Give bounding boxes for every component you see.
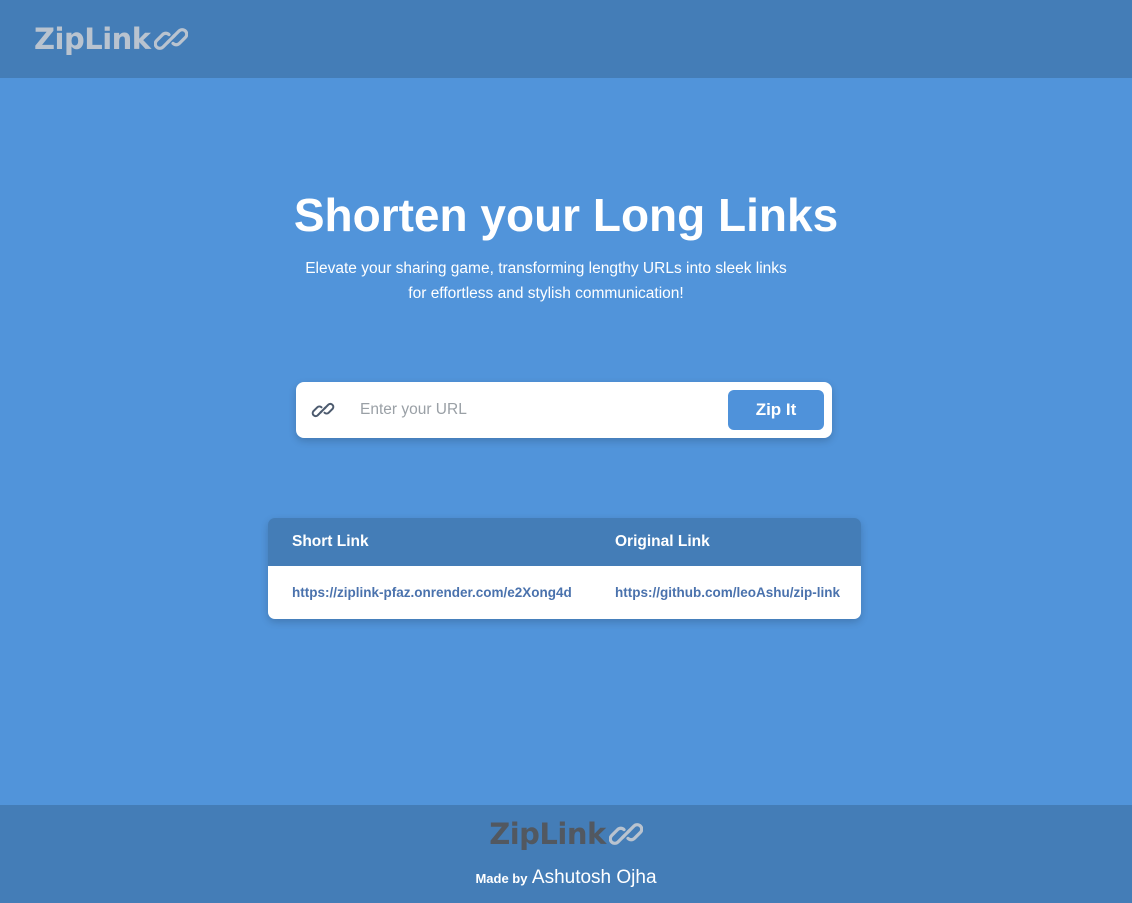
zip-it-button[interactable]: Zip It bbox=[728, 390, 824, 430]
chain-link-icon bbox=[608, 817, 643, 851]
table-header-row: Short Link Original Link bbox=[268, 518, 861, 566]
column-header-original-link: Original Link bbox=[615, 533, 710, 550]
column-header-short-link: Short Link bbox=[292, 533, 369, 550]
author-name: Ashutosh Ojha bbox=[531, 867, 657, 888]
made-by-label: Made by bbox=[475, 871, 528, 886]
short-link[interactable]: https://ziplink-pfaz.onrender.com/e2Xong… bbox=[292, 585, 572, 600]
table-row: https://ziplink-pfaz.onrender.com/e2Xong… bbox=[268, 566, 861, 619]
author-credit: Made by Ashutosh Ojha bbox=[0, 867, 1132, 889]
header-logo-text: ZipLink bbox=[34, 22, 151, 56]
links-table: Short Link Original Link https://ziplink… bbox=[268, 518, 861, 619]
page-subtitle: Elevate your sharing game, transforming … bbox=[305, 260, 787, 302]
url-input[interactable] bbox=[360, 396, 710, 424]
url-form: Zip It bbox=[296, 382, 832, 438]
link-icon bbox=[311, 398, 335, 422]
top-nav-bar: ZipLink bbox=[0, 0, 1132, 78]
footer-logo-text: ZipLink bbox=[489, 817, 606, 851]
chain-link-icon bbox=[153, 22, 188, 56]
page-title: Shorten your Long Links bbox=[293, 189, 839, 241]
footer: ZipLink Made by Ashutosh Ojha bbox=[0, 805, 1132, 903]
original-link[interactable]: https://github.com/leoAshu/zip-link bbox=[615, 585, 840, 600]
footer-logo: ZipLink bbox=[0, 817, 1132, 851]
header-logo[interactable]: ZipLink bbox=[34, 22, 188, 56]
